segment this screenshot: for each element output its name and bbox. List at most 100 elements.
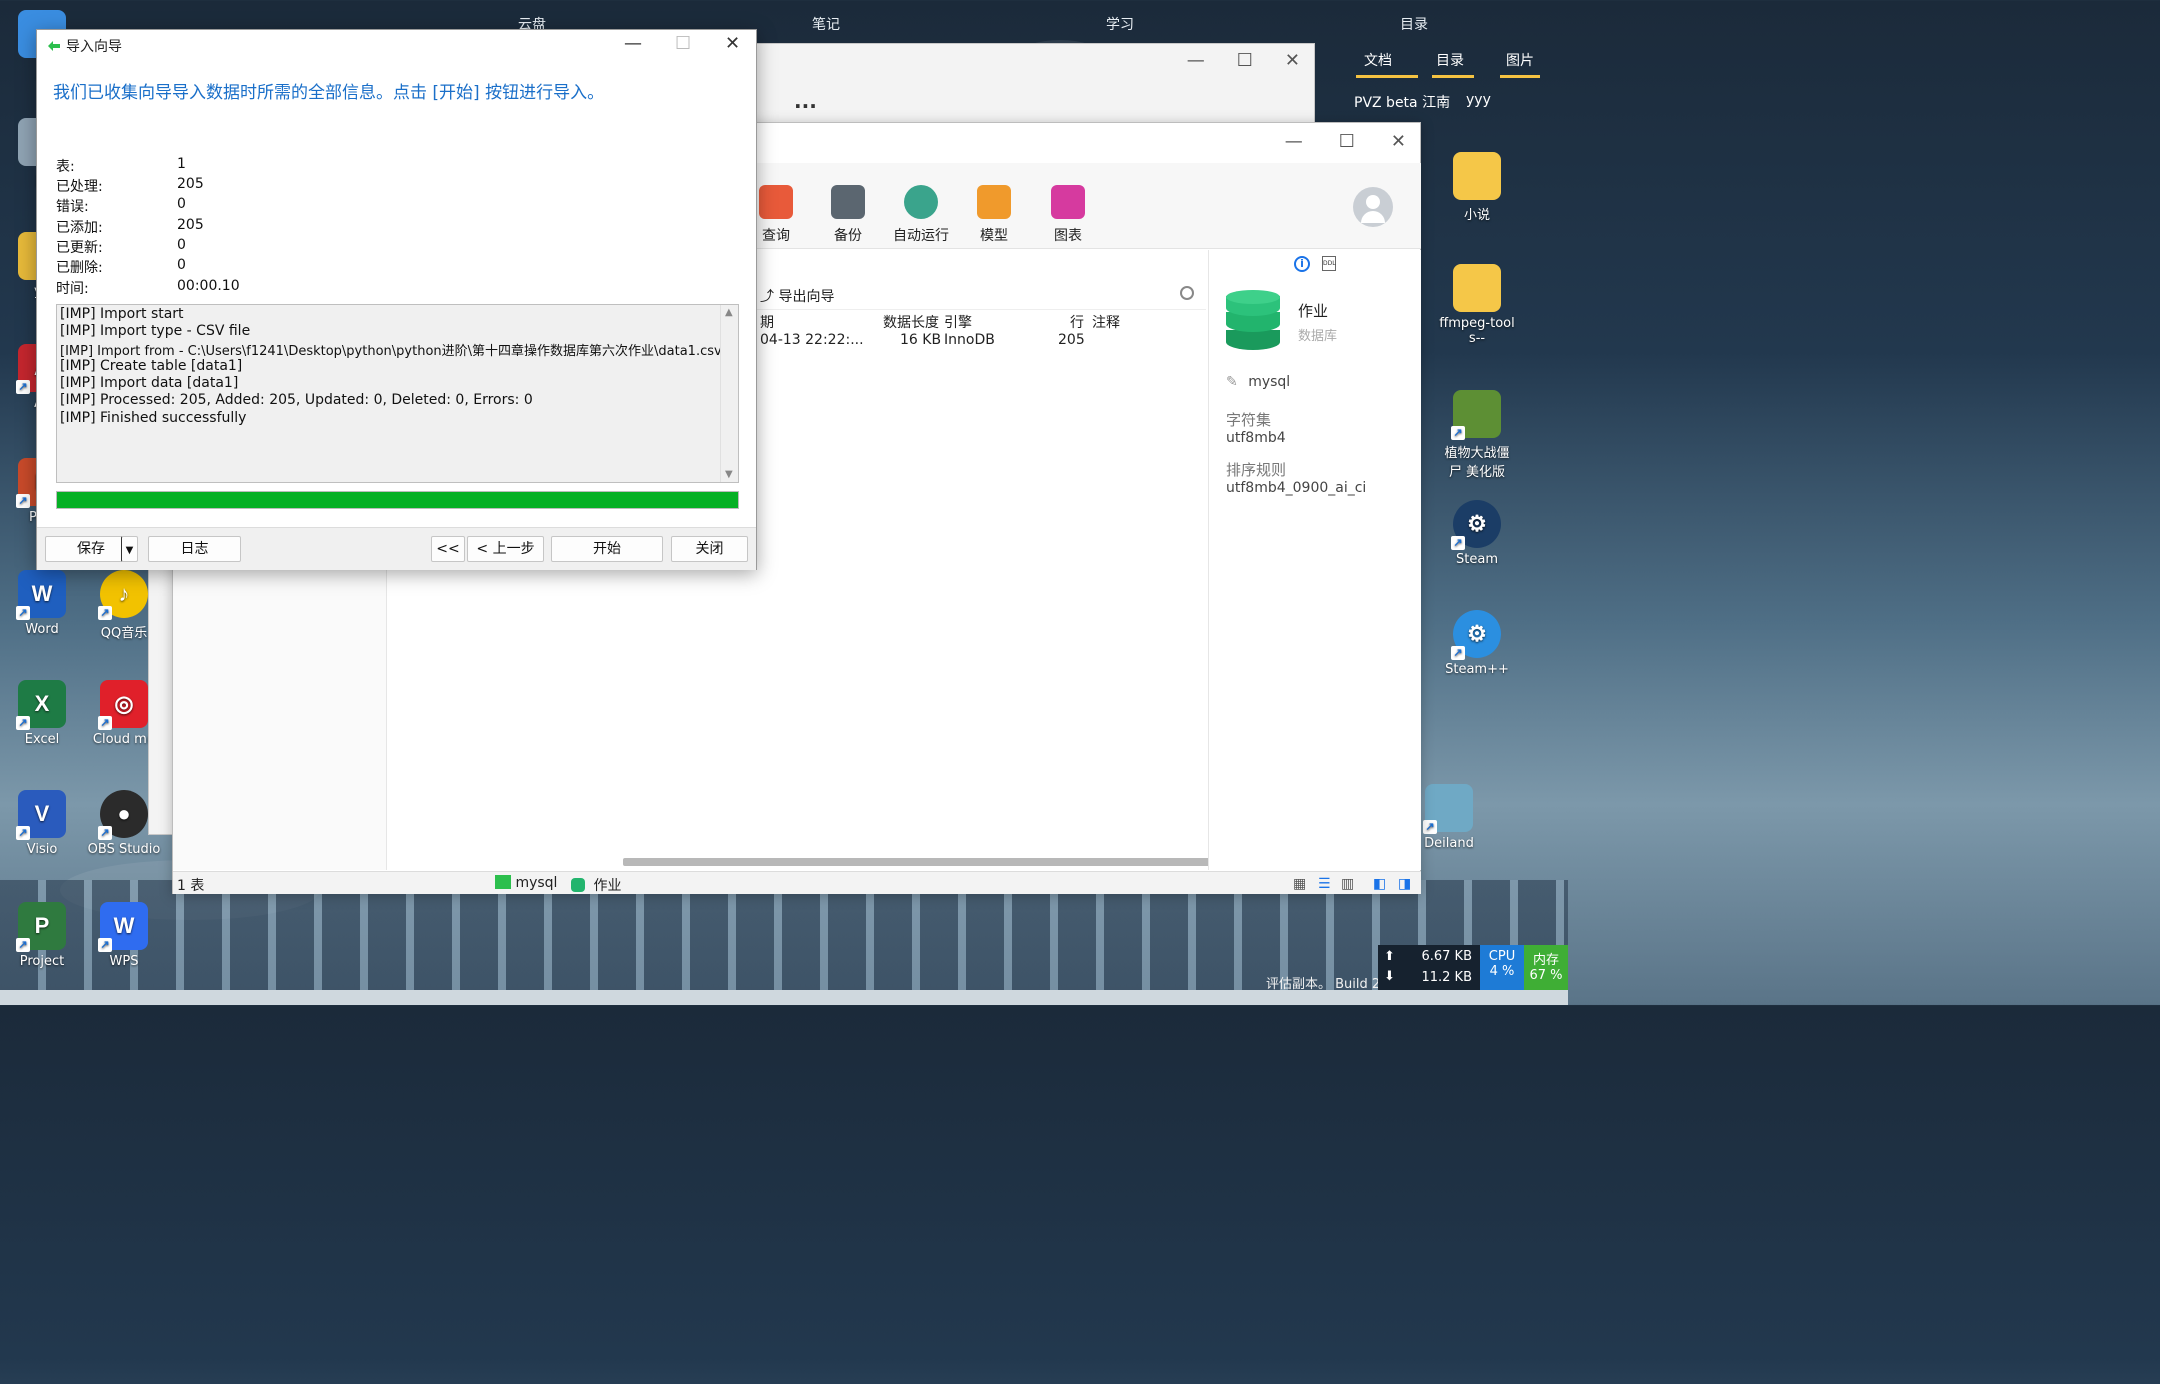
desktop-icon-visio[interactable]: V ↗ Visio xyxy=(4,790,80,857)
pvz-icon: ↗ xyxy=(1451,390,1501,440)
desktop-icon-label: Deiland xyxy=(1424,836,1474,851)
minimize-icon[interactable]: — xyxy=(624,33,642,54)
view-list-icon[interactable]: ☰ xyxy=(1318,876,1331,892)
more-options-icon[interactable]: ··· xyxy=(794,94,817,118)
explorer-tab-catalog[interactable]: 目录 xyxy=(1436,50,1464,70)
memory-usage: 内存 67 % xyxy=(1524,945,1568,990)
column-header[interactable]: 行 xyxy=(1070,312,1084,332)
download-speed: 11.2 KB xyxy=(1421,970,1472,985)
desktop-icon-excel[interactable]: X ↗ Excel xyxy=(4,680,80,747)
minimize-icon[interactable]: — xyxy=(1187,50,1205,71)
explorer-tab-docs[interactable]: 文档 xyxy=(1364,50,1392,70)
window-controls: — ☐ ✕ xyxy=(1285,131,1406,152)
stat-value-processed: 205 xyxy=(177,176,204,192)
status-database[interactable]: 作业 xyxy=(571,875,621,895)
desktop-icon-steampp[interactable]: ⚙ ↗ Steam++ xyxy=(1439,610,1515,677)
view-detail-icon[interactable]: ▥ xyxy=(1341,876,1354,892)
desktop-icon-steam[interactable]: ⚙ ↗ Steam xyxy=(1439,500,1515,567)
save-dropdown-button[interactable]: ▼ xyxy=(121,536,138,562)
stat-label-processed: 已处理: xyxy=(56,179,103,195)
column-header[interactable]: 注释 xyxy=(1092,312,1120,332)
cell-engine: InnoDB xyxy=(944,332,995,348)
log-line: [IMP] Create table [data1] xyxy=(60,358,243,374)
import-log[interactable]: [IMP] Import start [IMP] Import type - C… xyxy=(56,304,739,483)
connection-name: mysql xyxy=(1248,374,1291,390)
first-step-button[interactable]: << xyxy=(431,536,465,562)
log-button[interactable]: 日志 xyxy=(148,536,241,562)
explorer-tab-images[interactable]: 图片 xyxy=(1506,50,1534,70)
column-header[interactable]: 数据长度 xyxy=(883,312,939,332)
export-wizard-button[interactable]: ⤴ 导出向导 xyxy=(760,286,834,306)
maximize-icon[interactable]: ☐ xyxy=(1237,50,1253,71)
explorer-item-yyy[interactable]: yyy xyxy=(1466,92,1491,108)
start-button[interactable]: 开始 xyxy=(551,536,663,562)
column-header[interactable]: 期 xyxy=(760,312,774,332)
desktop-tab-study[interactable]: 学习 xyxy=(1106,14,1134,34)
view-grid-icon[interactable]: ▦ xyxy=(1293,876,1306,892)
stat-value-updated: 0 xyxy=(177,237,186,253)
desktop-icon-project[interactable]: P ↗ Project xyxy=(4,902,80,969)
toolbar-model-button[interactable]: 模型 xyxy=(959,185,1029,245)
ddl-icon[interactable]: DDL xyxy=(1322,256,1336,271)
toolbar-label: 图表 xyxy=(1054,228,1082,244)
dialog-titlebar[interactable]: 导入向导 — ☐ ✕ xyxy=(37,30,756,60)
folder-icon xyxy=(1453,152,1501,200)
toolbar-backup-button[interactable]: 备份 xyxy=(813,185,883,245)
system-monitor-widget: ⬆ ⬇ 6.67 KB 11.2 KB CPU 4 % 内存 67 % xyxy=(1378,945,1568,990)
import-progress-bar xyxy=(56,491,739,509)
close-icon[interactable]: ✕ xyxy=(1391,131,1406,152)
maximize-icon[interactable]: ☐ xyxy=(1339,131,1355,152)
collation-value: utf8mb4_0900_ai_ci xyxy=(1226,480,1367,496)
search-icon[interactable] xyxy=(1180,286,1194,300)
toggle-right-pane-icon[interactable]: ◨ xyxy=(1398,876,1411,892)
toolbar-automation-button[interactable]: 自动运行 xyxy=(886,185,956,245)
stat-label-deleted: 已删除: xyxy=(56,260,103,276)
status-connection[interactable]: mysql xyxy=(495,875,557,891)
import-wizard-dialog[interactable]: 导入向导 — ☐ ✕ 我们已收集向导导入数据时所需的全部信息。点击 [开始] 按… xyxy=(36,29,757,570)
desktop-icon-pvz[interactable]: ↗ 植物大战僵尸 美化版 xyxy=(1439,390,1515,480)
desktop-icon-label: ffmpeg-tool s-- xyxy=(1439,316,1515,346)
desktop-tab-catalog[interactable]: 目录 xyxy=(1400,14,1428,34)
toggle-left-pane-icon[interactable]: ◧ xyxy=(1373,876,1386,892)
column-header[interactable]: 引擎 xyxy=(944,312,972,332)
desktop-icon-label: Cloud mu xyxy=(92,732,156,747)
user-avatar[interactable] xyxy=(1353,187,1393,227)
desktop-tab-notes[interactable]: 笔记 xyxy=(812,14,840,34)
desktop-icon-label: Steam++ xyxy=(1445,662,1509,677)
desktop-icon-word[interactable]: W ↗ Word xyxy=(4,570,80,637)
evaluation-watermark: 评估副本。 Build 2 xyxy=(1266,977,1381,992)
folder-icon xyxy=(1453,264,1501,312)
project-icon: P ↗ xyxy=(16,902,66,952)
explorer-item-pvz[interactable]: PVZ beta 江南 xyxy=(1354,92,1450,112)
toolbar-label: 备份 xyxy=(834,228,862,244)
desktop-icon-novel-folder[interactable]: 小说 xyxy=(1439,152,1515,223)
model-icon xyxy=(977,185,1011,219)
upload-speed: 6.67 KB xyxy=(1421,949,1472,964)
close-button[interactable]: 关闭 xyxy=(671,536,748,562)
status-connection-name: mysql xyxy=(515,875,558,891)
info-icon[interactable]: i xyxy=(1294,256,1310,272)
prev-step-button[interactable]: < 上一步 xyxy=(467,536,544,562)
memory-label: 内存 xyxy=(1532,953,1559,968)
info-pane: i DDL 作业 数据库 ✎ mysql 字符集 utf8mb4 排序规则 ut… xyxy=(1208,250,1421,870)
desktop-icon-label: QQ音乐 xyxy=(100,626,148,641)
close-icon[interactable]: ✕ xyxy=(1285,50,1300,71)
stat-value-tables: 1 xyxy=(177,156,186,172)
toolbar-label: 自动运行 xyxy=(893,228,949,244)
close-icon[interactable]: ✕ xyxy=(725,33,740,54)
desktop-icon-ffmpeg-folder[interactable]: ffmpeg-tool s-- xyxy=(1439,264,1515,346)
dialog-title: 导入向导 xyxy=(66,39,122,55)
desktop-icon-deiland[interactable]: ↗ Deiland xyxy=(1411,784,1487,851)
stat-value-deleted: 0 xyxy=(177,257,186,273)
scroll-down-icon[interactable]: ▼ xyxy=(725,469,733,480)
connection-info: ✎ mysql xyxy=(1226,374,1290,390)
toolbar-chart-button[interactable]: 图表 xyxy=(1033,185,1103,245)
log-scrollbar[interactable]: ▲ ▼ xyxy=(720,305,738,482)
progress-fill xyxy=(57,492,738,508)
export-icon: ⤴ xyxy=(760,289,774,305)
desktop-icon-wps[interactable]: W ↗ WPS xyxy=(86,902,162,969)
toolbar-label: 查询 xyxy=(762,228,790,244)
scroll-up-icon[interactable]: ▲ xyxy=(725,307,733,318)
table-row[interactable]: 04-13 22:22:... 16 KB InnoDB 205 xyxy=(760,332,1206,354)
minimize-icon[interactable]: — xyxy=(1285,131,1303,152)
